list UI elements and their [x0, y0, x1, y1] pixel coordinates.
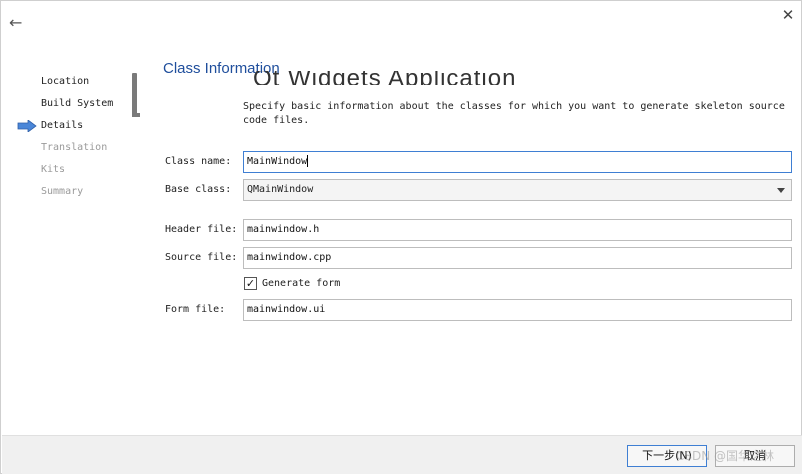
source-file-input[interactable]: mainwindow.cpp [243, 247, 792, 269]
class-name-input[interactable]: MainWindow [243, 151, 792, 173]
form-file-label: Form file: [165, 304, 226, 315]
close-icon[interactable]: ✕ [780, 7, 796, 23]
class-name-value: MainWindow [247, 156, 308, 167]
right-arrow-icon [17, 120, 37, 132]
form-file-input[interactable]: mainwindow.ui [243, 299, 792, 321]
generate-form-label[interactable]: Generate form [262, 278, 340, 289]
generate-form-checkbox[interactable]: ✓ [244, 277, 257, 290]
source-file-value: mainwindow.cpp [247, 252, 332, 263]
ghost-heading: Qt Widgets Application [253, 71, 533, 85]
source-file-label: Source file: [165, 252, 238, 263]
base-class-select[interactable]: QMainWindow [243, 179, 792, 201]
step-kits: Kits [41, 164, 66, 175]
text-caret [307, 155, 309, 167]
left-arrow-icon[interactable]: ← [9, 15, 25, 31]
header-file-value: mainwindow.h [247, 224, 320, 235]
page-description: Specify basic information about the clas… [243, 101, 785, 126]
header-file-input[interactable]: mainwindow.h [243, 219, 792, 241]
step-summary: Summary [41, 186, 84, 197]
header-file-label: Header file: [165, 224, 238, 235]
step-details: Details [41, 120, 84, 131]
sidebar-scrollbar-foot [132, 113, 140, 117]
step-translation: Translation [41, 142, 108, 153]
class-name-label: Class name: [165, 156, 232, 167]
dropdown-arrow-icon [777, 188, 785, 193]
base-class-value: QMainWindow [247, 184, 314, 195]
watermark: CSDN @国华之林 [676, 449, 775, 463]
form-file-value: mainwindow.ui [247, 304, 326, 315]
sidebar-scrollbar[interactable] [132, 73, 137, 117]
ghost-heading-text: Qt Widgets Application [253, 71, 517, 85]
wizard-window: ← ✕ Location Build System Details Transl… [0, 0, 802, 474]
base-class-label: Base class: [165, 184, 232, 195]
